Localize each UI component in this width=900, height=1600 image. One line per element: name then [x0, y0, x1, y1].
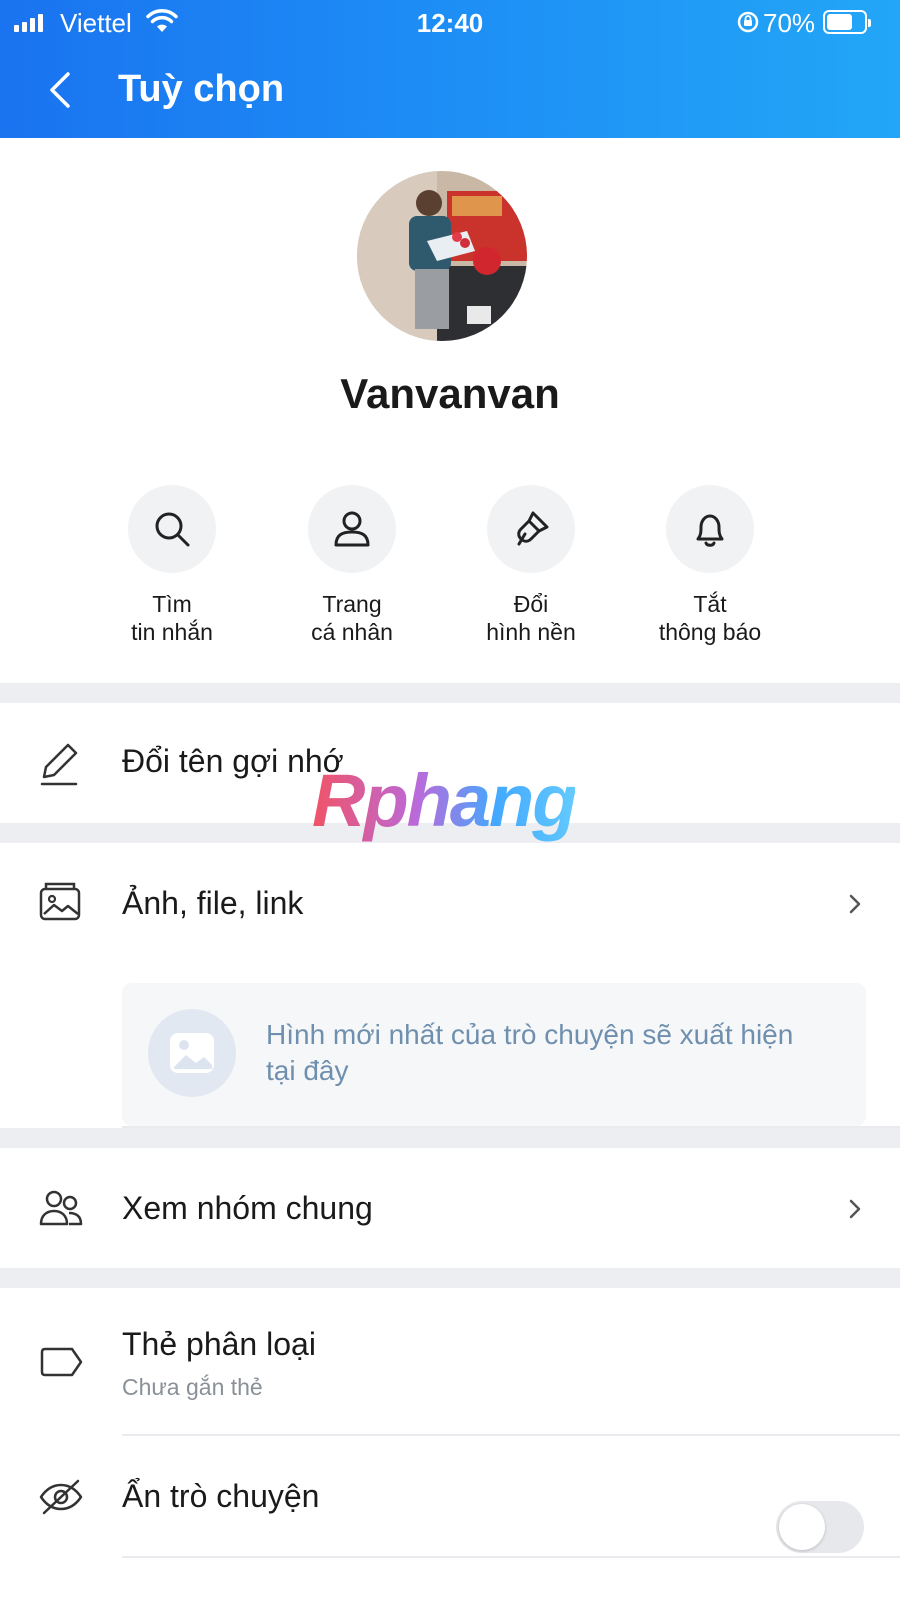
section-separator — [0, 683, 900, 703]
tag-icon — [40, 1347, 83, 1377]
section-separator — [0, 1128, 900, 1148]
section-separator — [0, 1268, 900, 1288]
media-files-links-row[interactable]: Ảnh, file, link — [0, 843, 900, 963]
media-placeholder-text: Hình mới nhất của trò chuyện sẽ xuất hiệ… — [266, 1019, 794, 1086]
watermark-logo: Rphang — [312, 759, 577, 842]
bell-icon — [696, 514, 724, 547]
hide-conversation-toggle[interactable] — [776, 1501, 864, 1553]
common-groups-row[interactable]: Xem nhóm chung — [0, 1148, 900, 1268]
back-button[interactable] — [44, 70, 80, 110]
profile-name: Vanvanvan — [340, 370, 560, 417]
battery-icon — [823, 10, 871, 34]
chevron-right-icon — [849, 894, 861, 914]
photo-folder-icon — [39, 882, 81, 921]
action-label-line2: tin nhắn — [131, 619, 213, 645]
hide-conversation-row: Ẩn trò chuyện — [0, 1436, 900, 1556]
tags-status: Chưa gắn thẻ — [122, 1374, 263, 1400]
search-icon — [155, 512, 190, 547]
action-label-line1: Tìm — [152, 591, 192, 617]
action-label-line2: thông báo — [658, 619, 762, 645]
profile-page-action[interactable]: Trang cá nhân — [262, 485, 442, 646]
image-placeholder-icon — [148, 1009, 236, 1097]
status-bar: Viettel 12:40 70% — [0, 0, 900, 46]
tags-row[interactable]: Thẻ phân loại Chưa gắn thẻ — [0, 1288, 900, 1436]
rename-label: Đổi tên gợi nhớ — [122, 743, 344, 779]
user-icon — [334, 511, 370, 547]
action-label-line1: Đổi — [513, 591, 549, 617]
action-label-line1: Trang — [322, 591, 382, 617]
eye-off-icon — [39, 1479, 83, 1515]
divider — [122, 1556, 900, 1558]
change-wallpaper-action[interactable]: Đổi hình nền — [441, 485, 621, 646]
group-icon — [39, 1190, 83, 1226]
search-messages-action[interactable]: Tìm tin nhắn — [82, 485, 262, 646]
battery-percent: 70% — [763, 8, 816, 38]
action-label-line2: hình nền — [486, 619, 576, 645]
pencil-icon — [40, 743, 78, 786]
header-bar: Viettel 12:40 70% Tuỳ chọn — [0, 0, 900, 138]
mute-notifications-action[interactable]: Tắt thông báo — [620, 485, 800, 646]
hide-label: Ẩn trò chuyện — [122, 1478, 320, 1514]
action-label-line2: cá nhân — [311, 619, 393, 645]
action-label-line1: Tắt — [693, 591, 727, 617]
groups-label: Xem nhóm chung — [122, 1190, 373, 1226]
rotation-lock-icon — [737, 11, 759, 33]
media-label: Ảnh, file, link — [122, 885, 304, 921]
avatar[interactable] — [357, 171, 527, 341]
chevron-right-icon — [849, 1199, 861, 1219]
tags-label: Thẻ phân loại — [122, 1326, 316, 1362]
media-preview-placeholder: Hình mới nhất của trò chuyện sẽ xuất hiệ… — [122, 983, 866, 1126]
page-title: Tuỳ chọn — [118, 68, 285, 110]
paint-brush-icon — [517, 511, 549, 546]
